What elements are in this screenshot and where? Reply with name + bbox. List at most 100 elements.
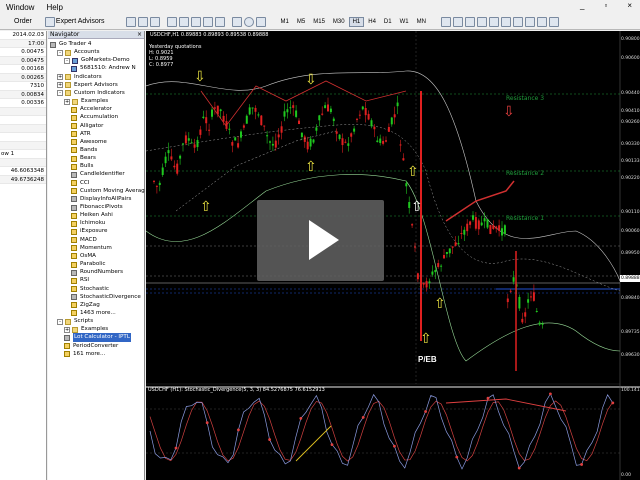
periods-icon[interactable] <box>243 16 254 27</box>
candle-body <box>416 273 419 280</box>
expand-icon[interactable]: + <box>57 74 63 81</box>
chart-canvas[interactable] <box>146 31 640 480</box>
candle-body <box>245 115 248 124</box>
indicator-icon <box>64 351 70 358</box>
down-arrow-icon: ⇩ <box>305 72 317 88</box>
menu-item-window[interactable]: Window <box>0 3 40 12</box>
chart-window[interactable] <box>146 31 640 480</box>
tf-m15[interactable]: M15 <box>309 17 329 27</box>
templates-icon[interactable] <box>255 16 266 27</box>
price-scale-label: 0.90260 <box>621 120 640 125</box>
peb-marker-label: P/EB <box>418 355 437 364</box>
shift-icon[interactable] <box>214 16 225 27</box>
collapse-icon[interactable]: - <box>57 90 63 97</box>
candle-body <box>286 109 289 113</box>
video-play-button[interactable] <box>257 200 384 281</box>
tf-w1[interactable]: W1 <box>396 17 413 27</box>
minimize-icon[interactable]: _ <box>574 1 590 10</box>
stochastic-dot <box>549 392 552 396</box>
candle-body <box>495 226 498 229</box>
tf-h4[interactable]: H4 <box>364 17 380 27</box>
candle-body <box>306 141 309 150</box>
navigator-close-icon[interactable]: × <box>137 31 142 39</box>
candle-body <box>164 156 167 164</box>
vertical-line-icon[interactable] <box>464 16 475 27</box>
restore-icon[interactable]: ▫ <box>598 1 613 10</box>
candle-body <box>283 111 286 117</box>
zoom-in-icon[interactable] <box>166 16 177 27</box>
candle-chart-icon[interactable] <box>137 16 148 27</box>
navigator-item[interactable]: 161 more... <box>64 350 105 359</box>
candle-body <box>466 223 469 232</box>
expand-icon[interactable]: + <box>64 98 70 105</box>
candle-body <box>402 158 405 161</box>
cursor-icon[interactable] <box>440 16 451 27</box>
market-data-row <box>0 141 46 150</box>
candle-body <box>428 281 431 283</box>
market-data-row: 17:00 <box>0 39 46 48</box>
tf-d1[interactable]: D1 <box>380 17 396 27</box>
tf-m1[interactable]: M1 <box>277 17 293 27</box>
indicator-icon <box>71 310 77 317</box>
price-scale-label: 0.89630 <box>621 353 640 358</box>
candle-body <box>437 263 440 267</box>
tf-h1[interactable]: H1 <box>348 16 365 27</box>
text-icon[interactable] <box>524 16 535 27</box>
expand-icon[interactable]: + <box>57 82 63 89</box>
tf-mn[interactable]: MN <box>413 17 430 27</box>
candle-body <box>292 105 295 108</box>
indicator-icon <box>71 294 77 301</box>
candle-body <box>167 150 170 154</box>
candle-body <box>318 115 321 121</box>
market-data-row: 2014.02.03 <box>0 31 46 40</box>
draw-tools-group <box>440 16 560 28</box>
collapse-icon[interactable]: - <box>57 318 63 325</box>
market-data-row: 0.00265 <box>0 73 46 82</box>
crosshair-icon[interactable] <box>452 16 463 27</box>
price-scale-label: 0.90330 <box>621 142 640 147</box>
candle-body <box>196 140 199 148</box>
channel-icon[interactable] <box>500 16 511 27</box>
line-chart-icon[interactable] <box>149 16 160 27</box>
candle-body <box>541 323 544 325</box>
candle-body <box>399 144 402 146</box>
candle-body <box>231 142 234 146</box>
close-icon[interactable]: × <box>621 1 638 10</box>
indicators-icon[interactable] <box>231 16 242 27</box>
trendline-icon[interactable] <box>488 16 499 27</box>
tile-icon[interactable] <box>190 16 201 27</box>
collapse-icon[interactable]: - <box>57 49 63 56</box>
candle-body <box>443 255 445 259</box>
up-arrow-icon: ⇧ <box>407 164 419 180</box>
bar-chart-icon[interactable] <box>125 16 136 27</box>
candle-body <box>492 225 495 229</box>
candle-body <box>327 104 329 112</box>
folder-icon <box>65 318 71 325</box>
scroll-icon[interactable] <box>202 16 213 27</box>
candle-body <box>303 136 306 142</box>
expert-advisors-button[interactable]: Expert Advisors <box>44 16 105 28</box>
candle-body <box>263 125 266 127</box>
account-icon <box>71 65 77 72</box>
arrows-icon[interactable] <box>548 16 559 27</box>
candle-body <box>486 219 489 228</box>
new-order-button[interactable]: Order <box>14 16 32 28</box>
candle-body <box>329 108 332 113</box>
candle-body <box>184 135 187 144</box>
candle-body <box>538 322 541 325</box>
tf-m5[interactable]: M5 <box>293 17 309 27</box>
market-data-row: 0.00336 <box>0 99 46 108</box>
collapse-icon[interactable]: - <box>64 57 70 64</box>
zoom-out-icon[interactable] <box>178 16 189 27</box>
fibonacci-icon[interactable] <box>512 16 523 27</box>
label-icon[interactable] <box>536 16 547 27</box>
stochastic-dot <box>237 428 240 432</box>
expand-icon[interactable]: + <box>64 326 70 333</box>
market-data-row <box>0 116 46 125</box>
tf-m30[interactable]: M30 <box>329 17 349 27</box>
horizontal-line-icon[interactable] <box>476 16 487 27</box>
menu-item-help[interactable]: Help <box>40 3 68 12</box>
navigator-header: Navigator × <box>48 31 144 39</box>
chart-header: USDCHF,H1 0.89883 0.89893 0.89538 0.8988… <box>150 32 269 38</box>
candle-body <box>182 143 184 145</box>
